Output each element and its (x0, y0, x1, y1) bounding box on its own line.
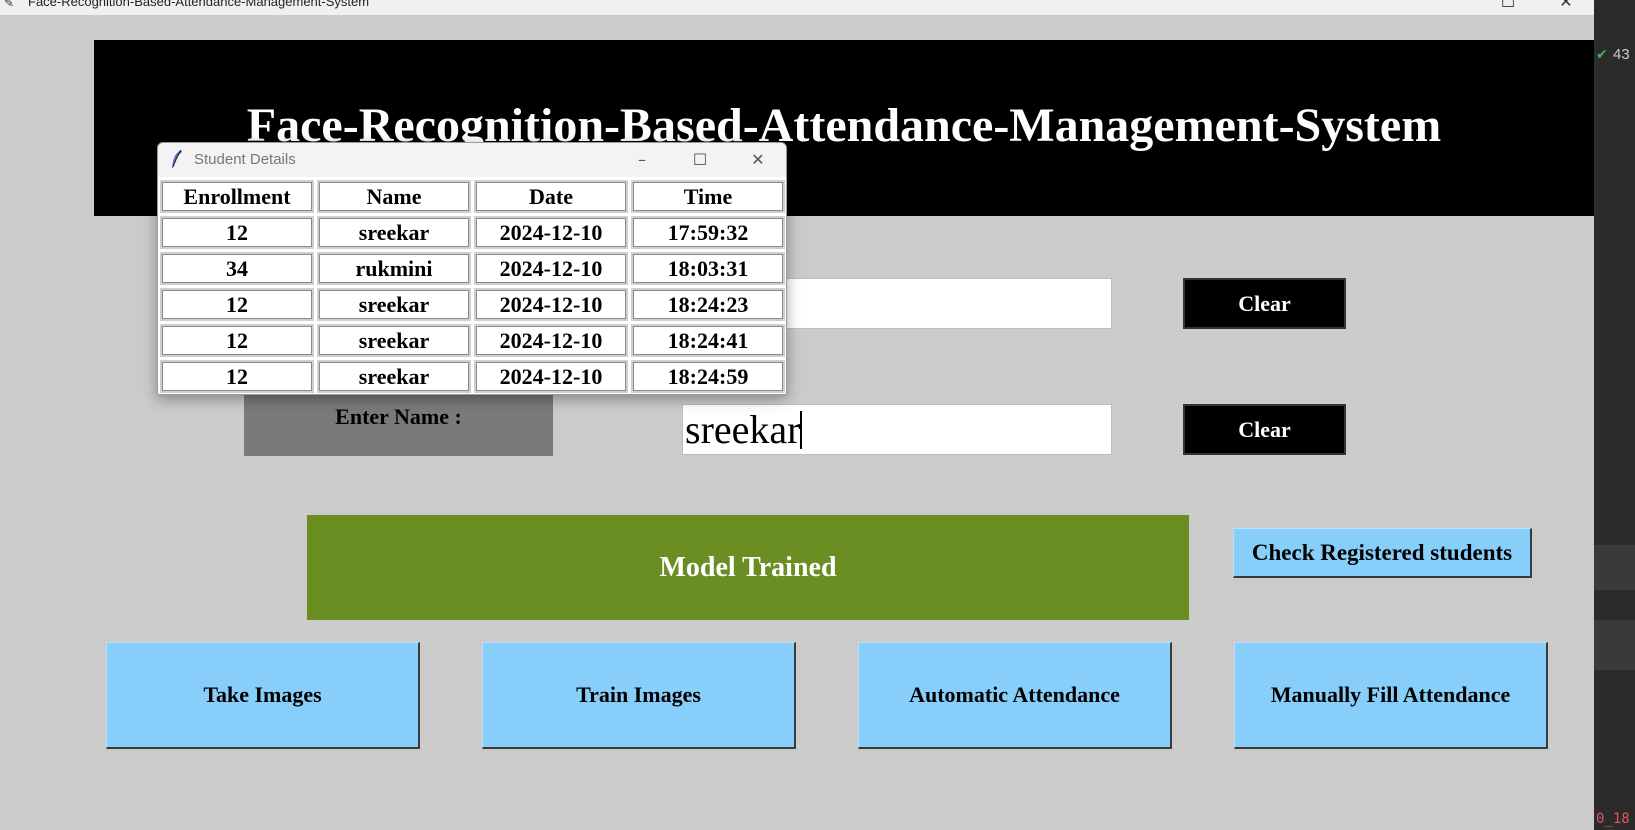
table-cell: 12 (160, 288, 314, 321)
background-code-text: 0_18 (1596, 811, 1630, 827)
table-cell: 2024-12-10 (474, 360, 628, 393)
column-header: Name (317, 180, 471, 213)
background-panel (1594, 620, 1635, 670)
automatic-attendance-button[interactable]: Automatic Attendance (858, 642, 1172, 749)
column-header: Time (631, 180, 785, 213)
check-registered-students-button[interactable]: Check Registered students (1233, 528, 1532, 578)
main-window-titlebar: ✎ Face-Recognition-Based-Attendance-Mana… (0, 0, 1594, 15)
column-header: Date (474, 180, 628, 213)
check-icon: ✔ (1596, 47, 1608, 63)
name-label: Enter Name : (244, 395, 553, 456)
close-icon[interactable]: ✕ (738, 147, 778, 173)
main-window: Face-Recognition-Based-Attendance-Manage… (0, 15, 1594, 830)
maximize-icon[interactable]: ☐ (1498, 0, 1518, 12)
background-app-strip: ✔ 43 0_18 (1594, 0, 1635, 830)
background-panel (1594, 545, 1635, 590)
student-details-titlebar[interactable]: Student Details – ☐ ✕ (158, 143, 786, 177)
take-images-button[interactable]: Take Images (106, 642, 420, 749)
table-cell: sreekar (317, 288, 471, 321)
student-details-window: Student Details – ☐ ✕ Enrollment Name Da… (157, 142, 787, 395)
student-details-title: Student Details (194, 151, 296, 168)
table-cell: sreekar (317, 324, 471, 357)
table-cell: 18:24:59 (631, 360, 785, 393)
table-cell: 12 (160, 216, 314, 249)
table-cell: 18:24:41 (631, 324, 785, 357)
table-cell: 12 (160, 360, 314, 393)
feather-icon (172, 149, 182, 168)
table-cell: 18:03:31 (631, 252, 785, 285)
table-cell: 34 (160, 252, 314, 285)
table-cell: 2024-12-10 (474, 252, 628, 285)
feather-icon: ✎ (4, 0, 15, 10)
text-cursor (800, 411, 802, 449)
table-cell: rukmini (317, 252, 471, 285)
table-cell: 2024-12-10 (474, 216, 628, 249)
close-icon[interactable]: ✕ (1556, 0, 1576, 12)
table-cell: sreekar (317, 360, 471, 393)
minimize-icon[interactable]: – (622, 147, 662, 173)
table-cell: 2024-12-10 (474, 324, 628, 357)
column-header: Enrollment (160, 180, 314, 213)
train-images-button[interactable]: Train Images (482, 642, 796, 749)
clear-enrollment-button[interactable]: Clear (1183, 278, 1346, 329)
name-input[interactable] (683, 405, 1111, 454)
manually-fill-attendance-button[interactable]: Manually Fill Attendance (1234, 642, 1548, 749)
status-message: Model Trained (307, 515, 1189, 620)
table-cell: 17:59:32 (631, 216, 785, 249)
table-cell: sreekar (317, 216, 471, 249)
maximize-icon[interactable]: ☐ (680, 147, 720, 173)
clear-name-button[interactable]: Clear (1183, 404, 1346, 455)
name-input-box[interactable] (682, 404, 1112, 455)
table-cell: 2024-12-10 (474, 288, 628, 321)
background-count: 43 (1613, 46, 1630, 63)
table-cell: 18:24:23 (631, 288, 785, 321)
table-cell: 12 (160, 324, 314, 357)
main-window-title: Face-Recognition-Based-Attendance-Manage… (28, 0, 370, 9)
